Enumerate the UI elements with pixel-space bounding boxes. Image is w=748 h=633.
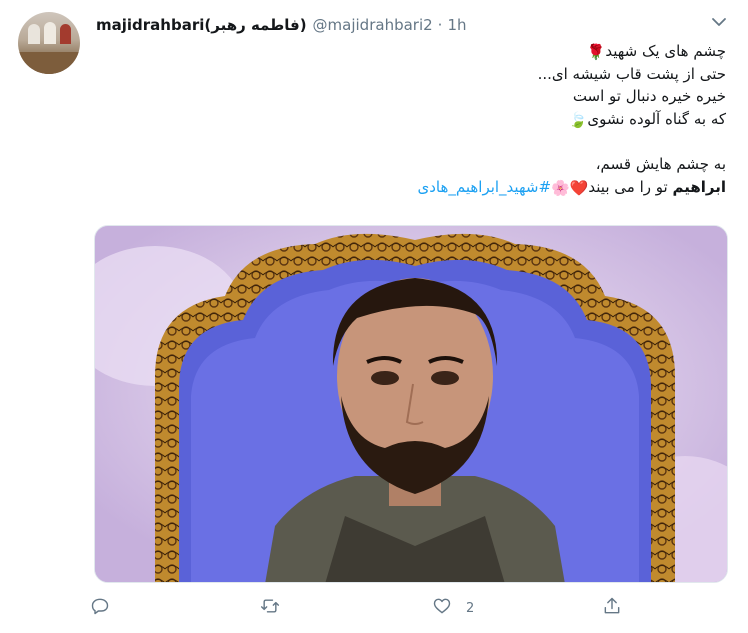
separator-dot: · [437,16,443,34]
tweet-line-text: حتی از پشت قاب شیشه ای... [537,64,726,83]
tweet-line-text: تو را می بیند [588,177,668,196]
tweet-line-text: خیره خیره دنبال تو است [572,87,726,106]
tweet-text: چشم های یک شهید🌹 حتی از پشت قاب شیشه ای.… [106,40,726,198]
tweet-line-text: چشم های یک شهید [605,42,726,60]
like-button[interactable]: 2 [432,596,474,620]
display-name[interactable]: majidrahbari(فاطمه رهبر) [96,16,307,34]
reply-icon [90,596,110,620]
tweet-card[interactable]: majidrahbari(فاطمه رهبر) @majidrahbari2 … [0,0,748,633]
heart-icon [432,596,452,620]
name-bold: ابراهیم [672,177,726,196]
reply-button[interactable] [90,596,110,620]
tweet-line: به چشم هایش قسم، [106,153,726,176]
retweet-button[interactable] [260,596,280,620]
tweet-line: چشم های یک شهید🌹 [106,40,726,63]
tweet-line: حتی از پشت قاب شیشه ای... [106,63,726,86]
tweet-image[interactable] [94,225,728,583]
tweet-line-text: به چشم هایش قسم، [595,154,726,173]
portrait-illustration [95,226,727,582]
share-icon [602,596,622,620]
tweet-line: ابراهیم تو را می بیند❤️🌸#شهید_ابراهیم_ها… [106,176,726,199]
tweet-line: که به گناه آلوده نشوی🍃 [106,108,726,131]
tweet-line-text: که به گناه آلوده نشوی [587,109,726,128]
avatar-detail [60,24,71,44]
avatar-detail [44,22,56,44]
share-button[interactable] [602,596,622,620]
blossom-emoji-icon: 🌸 [551,178,570,197]
tweet-line: خیره خیره دنبال تو است [106,85,726,108]
tweet-header: majidrahbari(فاطمه رهبر) @majidrahbari2 … [96,14,467,36]
chevron-down-icon[interactable] [708,14,730,32]
avatar-detail [28,24,40,44]
leaf-emoji-icon: 🍃 [568,110,588,129]
rose-emoji-icon: 🌹 [586,43,606,61]
avatar[interactable] [18,12,80,74]
avatar-detail [18,52,80,74]
like-count: 2 [466,600,475,616]
heart-emoji-icon: ❤️ [569,178,589,197]
retweet-icon [260,596,280,620]
timestamp[interactable]: 1h [447,16,466,34]
user-handle[interactable]: @majidrahbari2 [313,16,433,34]
tweet-actions: 2 [90,596,650,622]
hashtag-link[interactable]: #شهید_ابراهیم_هادی [417,178,551,196]
